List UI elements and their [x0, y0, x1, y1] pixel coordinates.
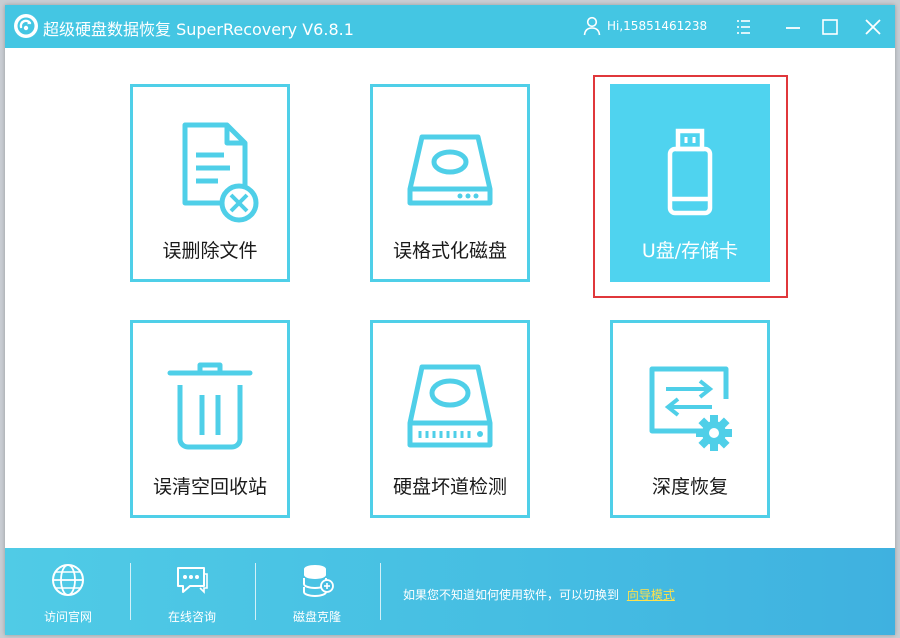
footer-bar: 访问官网 在线咨询 磁盘克隆 如果您不知道如何使用软件，可以切换到 向导模式: [5, 548, 895, 635]
close-icon: [865, 19, 881, 35]
visit-website-button[interactable]: 访问官网: [8, 548, 128, 635]
tile-label: 误格式化磁盘: [392, 240, 507, 262]
minimize-button[interactable]: [781, 15, 805, 39]
selection-highlight: [593, 75, 788, 298]
tile-disk-check[interactable]: 硬盘坏道检测: [370, 320, 530, 518]
footer-item-label: 磁盘克隆: [292, 610, 341, 624]
divider: [130, 563, 131, 620]
tile-label: 深度恢复: [651, 476, 728, 498]
close-button[interactable]: [861, 15, 885, 39]
deleted-file-icon: [182, 122, 259, 223]
footer-item-label: 在线咨询: [167, 610, 216, 624]
maximize-icon: [822, 19, 838, 35]
disk-clone-icon: [303, 565, 334, 598]
maximize-button[interactable]: [818, 15, 842, 39]
disk-clone-button[interactable]: 磁盘克隆: [257, 548, 377, 635]
disk-drive-icon: [407, 134, 493, 206]
help-hint: 如果您不知道如何使用软件，可以切换到 向导模式: [403, 586, 675, 603]
online-consult-button[interactable]: 在线咨询: [132, 548, 252, 635]
globe-icon: [52, 564, 84, 596]
deep-recovery-icon: [649, 366, 732, 451]
user-account-label[interactable]: Hi,15851461238: [607, 19, 707, 33]
trash-bin-icon: [167, 362, 253, 450]
chat-icon: [177, 567, 208, 594]
tile-formatted-disk[interactable]: 误格式化磁盘: [370, 84, 530, 282]
user-icon[interactable]: [583, 16, 601, 36]
app-logo-icon: [14, 14, 38, 38]
help-hint-text: 如果您不知道如何使用软件，可以切换到: [403, 588, 620, 602]
wizard-mode-link[interactable]: 向导模式: [627, 588, 675, 602]
tile-label: 误删除文件: [162, 240, 258, 262]
hard-disk-check-icon: [407, 364, 493, 448]
footer-item-label: 访问官网: [43, 610, 92, 624]
minimize-icon: [786, 27, 800, 29]
divider: [255, 563, 256, 620]
tile-deleted-files[interactable]: 误删除文件: [130, 84, 290, 282]
title-bar: 超级硬盘数据恢复 SuperRecovery V6.8.1 Hi,1585146…: [5, 5, 895, 48]
tile-recycle-bin[interactable]: 误清空回收站: [130, 320, 290, 518]
app-window: 超级硬盘数据恢复 SuperRecovery V6.8.1 Hi,1585146…: [5, 5, 895, 635]
tile-label: 误清空回收站: [152, 476, 267, 498]
menu-button[interactable]: [731, 15, 755, 39]
tile-label: 硬盘坏道检测: [392, 476, 507, 498]
divider: [380, 563, 381, 620]
menu-icon: [737, 20, 750, 34]
app-title: 超级硬盘数据恢复 SuperRecovery V6.8.1: [43, 20, 354, 39]
tile-deep-recovery[interactable]: 深度恢复: [610, 320, 770, 518]
